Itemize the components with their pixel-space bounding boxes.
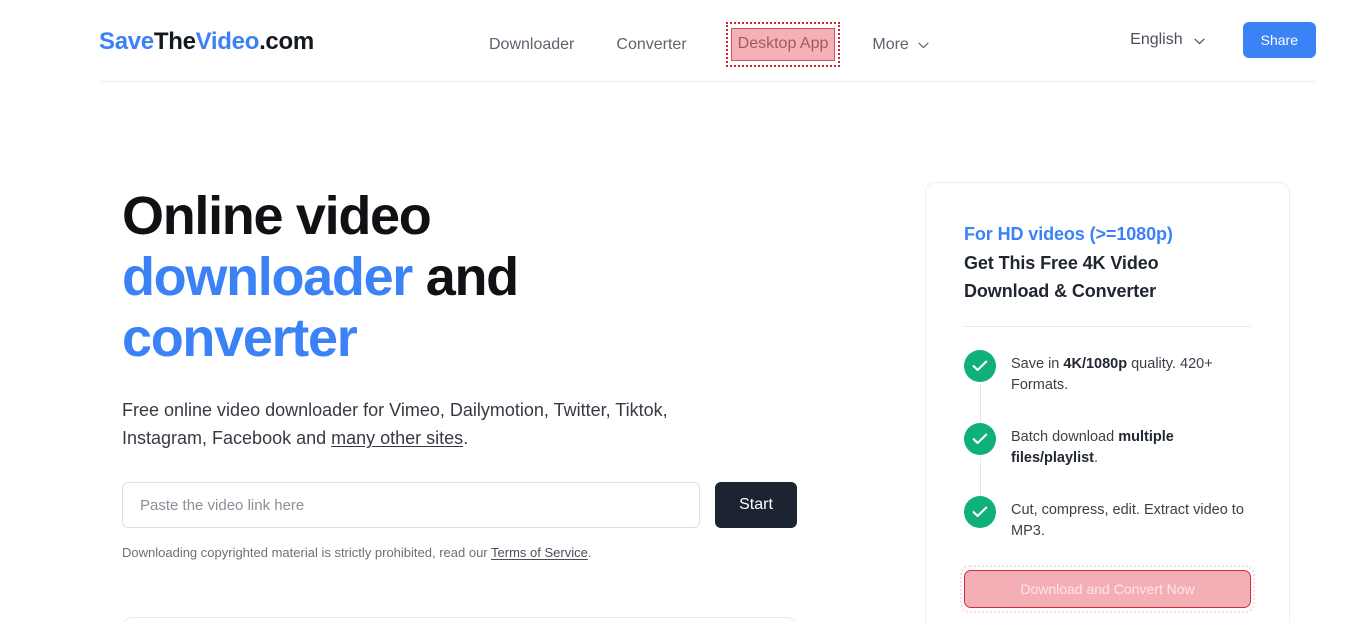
hero-title-line2-blue: downloader <box>122 247 413 307</box>
language-selector[interactable]: English <box>1130 28 1205 52</box>
language-label: English <box>1130 31 1183 48</box>
feature-prefix: Batch download <box>1011 429 1119 445</box>
hero-title-line1: Online video <box>122 186 432 246</box>
hero-section: Online video downloader and converter Fr… <box>122 186 822 562</box>
feature-prefix: Save in <box>1011 356 1064 372</box>
nav-item-more-label: More <box>872 35 909 53</box>
chevron-down-icon <box>918 42 929 49</box>
hero-title-line3-blue: converter <box>122 308 358 368</box>
start-button[interactable]: Start <box>715 482 797 528</box>
promo-kicker: For HD videos (>=1080p) <box>964 224 1173 244</box>
logo-part-the: The <box>153 28 196 55</box>
list-item: Cut, compress, edit. Extract video to MP… <box>964 496 1251 542</box>
logo-part-video: Video <box>195 28 260 55</box>
main-nav: Downloader Converter Desktop App More <box>489 22 929 67</box>
disclaimer-suffix: . <box>587 545 592 560</box>
promo-card: For HD videos (>=1080p) Get This Free 4K… <box>925 182 1290 622</box>
feature-suffix: . <box>1094 450 1099 466</box>
bottom-panel <box>122 617 797 622</box>
promo-title-line1: Get This Free 4K Video <box>964 253 1159 273</box>
nav-item-desktop-app-wrapper: Desktop App <box>725 22 841 67</box>
download-and-convert-button[interactable]: Download and Convert Now <box>964 570 1251 608</box>
promo-cta-wrapper: Download and Convert Now <box>960 565 1255 613</box>
promo-title-line2: Download & Converter <box>964 281 1157 301</box>
feature-bold: 4K/1080p <box>1063 356 1128 372</box>
many-other-sites-link[interactable]: many other sites <box>331 428 463 448</box>
check-circle-icon <box>964 350 996 382</box>
logo-part-save: Save <box>99 28 154 55</box>
list-item: Save in 4K/1080p quality. 420+ Formats. <box>964 350 1251 424</box>
logo-part-com: .com <box>259 28 314 55</box>
site-header: SaveTheVideo.com Downloader Converter De… <box>0 0 1361 81</box>
feature-prefix: Cut, compress, edit. Extract video to MP… <box>1011 502 1244 539</box>
page-root: SaveTheVideo.com Downloader Converter De… <box>0 0 1361 622</box>
copyright-disclaimer: Downloading copyrighted material is stri… <box>122 544 822 562</box>
nav-item-desktop-app[interactable]: Desktop App <box>730 28 836 61</box>
page-title: Online video downloader and converter <box>122 186 822 369</box>
hero-subtitle-suffix: . <box>463 428 469 448</box>
hero-subtitle: Free online video downloader for Vimeo, … <box>122 396 747 452</box>
feature-text: Batch download multiple files/playlist. <box>1011 423 1251 469</box>
check-circle-icon <box>964 496 996 528</box>
list-item: Batch download multiple files/playlist. <box>964 423 1251 497</box>
terms-of-service-link[interactable]: Terms of Service <box>491 545 588 560</box>
check-circle-icon <box>964 423 996 455</box>
promo-divider <box>964 326 1251 327</box>
header-right-group: English Share <box>1130 22 1316 58</box>
chevron-down-icon <box>1194 38 1205 45</box>
promo-feature-list: Save in 4K/1080p quality. 420+ Formats. … <box>964 350 1251 542</box>
nav-item-more[interactable]: More <box>872 33 929 57</box>
share-button[interactable]: Share <box>1242 22 1316 58</box>
nav-item-downloader[interactable]: Downloader <box>489 33 574 57</box>
nav-item-converter[interactable]: Converter <box>616 33 686 57</box>
site-logo[interactable]: SaveTheVideo.com <box>99 27 314 57</box>
feature-text: Save in 4K/1080p quality. 420+ Formats. <box>1011 350 1251 396</box>
header-divider <box>101 81 1316 82</box>
video-link-input[interactable] <box>122 482 700 528</box>
promo-title: Get This Free 4K Video Download & Conver… <box>964 249 1251 305</box>
feature-text: Cut, compress, edit. Extract video to MP… <box>1011 496 1251 542</box>
hero-title-line2-dark: and <box>425 247 519 307</box>
download-form: Start <box>122 482 822 528</box>
disclaimer-text: Downloading copyrighted material is stri… <box>122 545 492 560</box>
